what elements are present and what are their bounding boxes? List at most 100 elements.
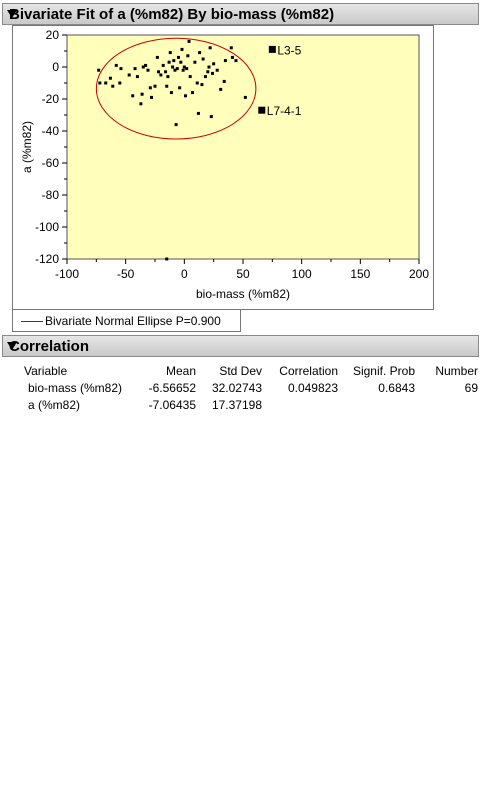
data-point (144, 63, 148, 67)
data-point (153, 84, 157, 88)
ellipse-legend-label: Bivariate Normal Ellipse P=0.900 (45, 314, 221, 328)
table-cell: 69 (464, 380, 478, 395)
scatter-chart: -100 -50 0 50 100 150 200200-20-40-60-80-100-1… (20, 28, 429, 301)
x-tick-label: -50 (117, 267, 135, 281)
point-label: L7-4-1 (267, 104, 302, 118)
data-point (229, 46, 233, 50)
data-point (146, 68, 150, 72)
point-label: L3-5 (277, 43, 301, 57)
table-cell: bio-mass (%m82) (28, 380, 123, 395)
data-point (181, 68, 185, 72)
data-point (118, 81, 122, 85)
legend: Bivariate Normal Ellipse P=0.900 (12, 310, 241, 332)
col-header: Variable (24, 363, 68, 378)
y-tick-label: 0 (52, 60, 59, 74)
table-cell (338, 396, 415, 413)
labeled-point (258, 106, 266, 114)
data-point (176, 55, 180, 59)
data-point (179, 60, 183, 64)
data-point (188, 75, 192, 79)
col-header: Mean (165, 363, 196, 378)
table-cell: 0.049823 (287, 380, 338, 395)
table-cell (415, 396, 478, 413)
x-tick-label: -100 (55, 267, 79, 281)
data-point (196, 111, 200, 115)
data-point (195, 81, 199, 85)
x-tick-label: 0 (181, 267, 188, 281)
data-point (135, 75, 139, 79)
table-cell: 32.02743 (211, 380, 262, 395)
col-header: Signif. Prob (352, 363, 415, 378)
data-point (222, 79, 226, 83)
data-point (157, 70, 161, 74)
data-point (104, 81, 108, 85)
data-point (201, 57, 205, 61)
data-point (148, 86, 152, 90)
data-point (167, 60, 171, 64)
data-point (127, 73, 131, 77)
data-point (119, 67, 123, 71)
data-point (98, 81, 102, 85)
data-point (97, 68, 101, 72)
data-point (184, 94, 188, 98)
data-point (193, 60, 197, 64)
data-point (191, 91, 195, 95)
data-point (159, 73, 163, 77)
data-point (164, 70, 168, 74)
table-cell: -6.56652 (148, 380, 196, 395)
col-header: Number (435, 363, 478, 378)
data-point (234, 59, 238, 63)
x-tick-label: 100 (292, 267, 312, 281)
data-point (200, 83, 204, 87)
ellipse-legend-swatch (21, 321, 43, 322)
data-point (230, 55, 234, 59)
correlation-header[interactable]: Correlation (2, 335, 479, 357)
data-point (198, 51, 202, 55)
data-point (114, 63, 118, 67)
data-point (212, 62, 216, 66)
correlation-title: Correlation (9, 338, 90, 355)
table-cell (262, 396, 338, 413)
data-point (180, 47, 184, 51)
y-tick-label: -40 (42, 124, 60, 138)
table-row: a (%m82) -7.06435 17.37198 (24, 396, 478, 413)
y-axis-label: a (%m82) (20, 121, 34, 173)
labeled-point (268, 45, 276, 53)
table-cell: 0.6843 (378, 380, 415, 395)
y-tick-label: -80 (42, 188, 60, 202)
x-tick-label: 50 (236, 267, 250, 281)
y-tick-label: -100 (35, 220, 59, 234)
data-point (133, 67, 137, 71)
x-tick-label: 200 (409, 267, 429, 281)
x-axis-label: bio-mass (%m82) (196, 287, 290, 301)
x-tick-label: 150 (350, 267, 370, 281)
data-point (178, 86, 182, 90)
data-point (111, 84, 115, 88)
data-point (139, 102, 143, 106)
data-point (169, 91, 173, 95)
y-tick-label: 20 (46, 28, 60, 42)
data-point (219, 87, 223, 91)
data-point (209, 115, 213, 119)
data-point (243, 95, 247, 99)
data-point (203, 75, 207, 79)
data-point (223, 59, 227, 63)
table-row: bio-mass (%m82) -6.56652 32.02743 0.0498… (24, 379, 478, 396)
data-point (108, 76, 112, 80)
data-point (140, 92, 144, 96)
col-header: Correlation (279, 363, 338, 378)
y-tick-label: -20 (42, 92, 60, 106)
data-point (187, 39, 191, 43)
correlation-table: Variable Mean Std Dev Correlation Signif… (24, 362, 478, 413)
data-point (215, 68, 219, 72)
table-header-row: Variable Mean Std Dev Correlation Signif… (24, 362, 478, 379)
table-cell: -7.06435 (148, 397, 196, 412)
data-point (175, 67, 179, 71)
data-point (171, 65, 175, 69)
col-header: Std Dev (219, 363, 262, 378)
data-point (186, 54, 190, 58)
table-cell: a (%m82) (28, 397, 81, 412)
data-point (208, 46, 212, 50)
table-cell: 17.37198 (211, 397, 262, 412)
data-point (210, 71, 214, 75)
